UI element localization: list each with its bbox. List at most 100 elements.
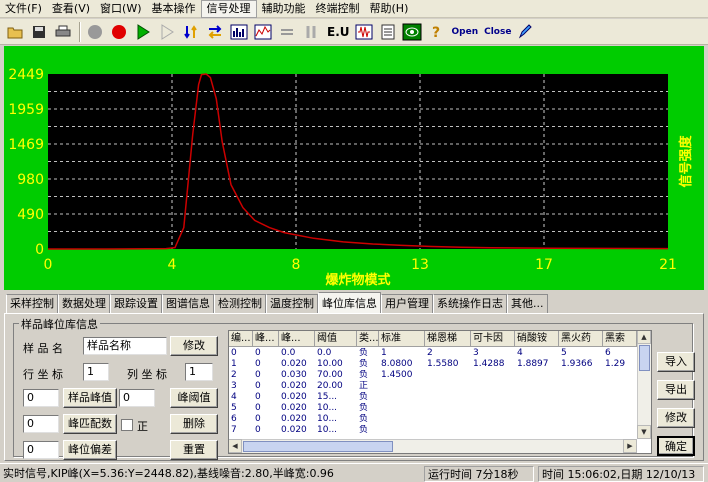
confirm-button[interactable]: 确定 (657, 436, 695, 456)
table-header-cell[interactable]: 梯恩梯 (425, 331, 471, 347)
tab-other[interactable]: 其他... (507, 294, 548, 313)
table-cell[interactable]: 6 (603, 348, 637, 358)
pulse-icon[interactable] (353, 21, 375, 43)
table-header-cell[interactable]: 黑火药 (559, 331, 603, 347)
table-cell[interactable] (515, 370, 559, 380)
table-cell[interactable]: 0.020 (279, 359, 315, 369)
sample-name-input[interactable]: 样品名称 (83, 337, 167, 355)
table-cell[interactable] (559, 414, 603, 424)
table-cell[interactable]: 4 (515, 348, 559, 358)
table-cell[interactable] (471, 392, 515, 402)
peak-match-button[interactable]: 峰匹配数 (63, 414, 117, 434)
table-cell[interactable]: 3 (229, 381, 253, 391)
table-cell[interactable] (603, 403, 637, 413)
tab-spectrum-info[interactable]: 图谱信息 (162, 294, 214, 313)
table-cell[interactable]: 5 (229, 403, 253, 413)
table-cell[interactable] (559, 425, 603, 435)
scroll-right-icon[interactable]: ▶ (623, 439, 637, 453)
table-cell[interactable]: 8.0800 (379, 359, 425, 369)
menu-signal-processing[interactable]: 信号处理 (200, 0, 257, 18)
table-cell[interactable]: 0 (253, 381, 279, 391)
table-cell[interactable] (603, 392, 637, 402)
table-cell[interactable]: 10... (315, 403, 357, 413)
table-cell[interactable] (515, 392, 559, 402)
table-cell[interactable]: 负 (357, 403, 379, 413)
table-cell[interactable]: 1 (229, 359, 253, 369)
bar-chart-icon[interactable] (228, 21, 250, 43)
table-cell[interactable] (379, 403, 425, 413)
table-cell[interactable] (515, 403, 559, 413)
help-icon[interactable]: ? (425, 21, 447, 43)
table-cell[interactable]: 0.030 (279, 370, 315, 380)
horizontal-scrollbar[interactable]: ◀ ▶ (229, 439, 637, 453)
peak-table[interactable]: 编... 峰... 峰... 阈值 类... 标准 梯恩梯 可卡因 硝酸铵 黑火药 黑索 0 0 0.0 0… (228, 330, 652, 454)
tab-temperature-control[interactable]: 温度控制 (266, 294, 318, 313)
row-coord-input[interactable]: 1 (83, 363, 109, 381)
gray-circle-icon[interactable] (84, 21, 106, 43)
open-folder-icon[interactable] (4, 21, 26, 43)
table-cell[interactable]: 3 (471, 348, 515, 358)
table-cell[interactable]: 负 (357, 414, 379, 424)
table-cell[interactable] (559, 403, 603, 413)
table-cell[interactable] (603, 414, 637, 424)
tab-detection-control[interactable]: 检测控制 (214, 294, 266, 313)
table-cell[interactable] (379, 425, 425, 435)
scroll-thumb[interactable] (639, 345, 650, 371)
table-cell[interactable]: 1.4500 (379, 370, 425, 380)
table-header-cell[interactable]: 峰... (279, 331, 315, 347)
table-cell[interactable] (603, 381, 637, 391)
table-cell[interactable] (515, 381, 559, 391)
table-cell[interactable]: 20.00 (315, 381, 357, 391)
swap-arrows-icon[interactable] (204, 21, 226, 43)
table-cell[interactable] (603, 370, 637, 380)
table-cell[interactable] (425, 370, 471, 380)
play-outline-icon[interactable] (156, 21, 178, 43)
table-cell[interactable]: 负 (357, 359, 379, 369)
table-header-cell[interactable]: 标准 (379, 331, 425, 347)
table-cell[interactable] (425, 403, 471, 413)
table-cell[interactable] (425, 425, 471, 435)
table-cell[interactable]: 6 (229, 414, 253, 424)
table-cell[interactable]: 0.020 (279, 425, 315, 435)
table-cell[interactable]: 正 (357, 381, 379, 391)
table-cell[interactable]: 负 (357, 425, 379, 435)
delete-button[interactable]: 删除 (170, 414, 218, 434)
table-cell[interactable] (471, 414, 515, 424)
table-cell[interactable] (471, 403, 515, 413)
menu-file[interactable]: 文件(F) (0, 0, 47, 18)
menu-view[interactable]: 查看(V) (47, 0, 95, 18)
menu-window[interactable]: 窗口(W) (95, 0, 146, 18)
table-cell[interactable]: 10.00 (315, 359, 357, 369)
peak-threshold-button[interactable]: 峰阈值 (170, 388, 218, 408)
tab-system-log[interactable]: 系统操作日志 (433, 294, 507, 313)
col-coord-input[interactable]: 1 (185, 363, 213, 381)
menu-aux-functions[interactable]: 辅助功能 (257, 0, 311, 18)
table-cell[interactable]: 70.00 (315, 370, 357, 380)
table-cell[interactable]: 7 (229, 425, 253, 435)
scroll-up-icon[interactable]: ▲ (637, 331, 651, 344)
table-cell[interactable] (471, 370, 515, 380)
vertical-scrollbar[interactable]: ▲ ▼ (637, 331, 651, 439)
tab-sampling-control[interactable]: 采样控制 (6, 294, 58, 313)
table-cell[interactable]: 1 (379, 348, 425, 358)
table-cell[interactable]: 0.020 (279, 403, 315, 413)
sample-peak-input[interactable]: 0 (23, 389, 59, 407)
table-cell[interactable]: 1.29 (603, 359, 637, 369)
scroll-left-icon[interactable]: ◀ (229, 439, 242, 453)
table-cell[interactable]: 1.4288 (471, 359, 515, 369)
table-cell[interactable] (471, 381, 515, 391)
tab-peak-library[interactable]: 峰位库信息 (318, 292, 381, 313)
table-cell[interactable]: 0 (253, 370, 279, 380)
table-cell[interactable] (471, 425, 515, 435)
table-header-cell[interactable]: 峰... (253, 331, 279, 347)
menu-terminal-control[interactable]: 终端控制 (311, 0, 365, 18)
table-cell[interactable]: 0 (253, 392, 279, 402)
spectrum-icon[interactable] (252, 21, 274, 43)
table-cell[interactable]: 0.020 (279, 414, 315, 424)
table-cell[interactable]: 0 (253, 403, 279, 413)
reset-button[interactable]: 重置 (170, 440, 218, 460)
modify-button[interactable]: 修改 (170, 336, 218, 356)
sample-peak-button[interactable]: 样品峰值 (63, 388, 117, 408)
hscroll-thumb[interactable] (243, 441, 393, 452)
table-cell[interactable]: 0 (253, 414, 279, 424)
